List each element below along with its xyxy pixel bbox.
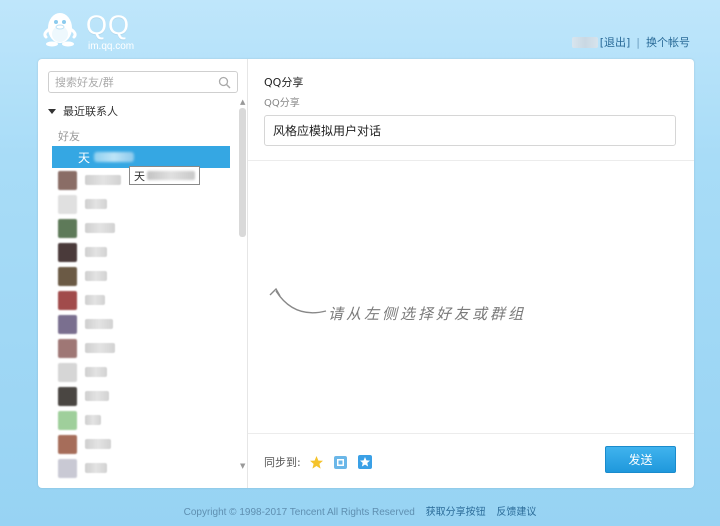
contact-item[interactable]: [52, 216, 230, 240]
share-title: QQ分享: [264, 76, 304, 89]
account-separator: |: [636, 35, 640, 49]
divider: [248, 433, 694, 434]
contact-item[interactable]: [52, 360, 230, 384]
contact-name-blurred: [85, 223, 115, 233]
penguin-icon: [43, 13, 77, 47]
contact-item[interactable]: [52, 432, 230, 456]
contact-item[interactable]: [52, 192, 230, 216]
contact-item[interactable]: [52, 384, 230, 408]
avatar: [58, 458, 77, 478]
expand-triangle-icon: [48, 108, 56, 114]
contact-tooltip: 天: [129, 166, 200, 185]
sync-to-bar: 同步到:: [264, 454, 373, 470]
share-subtitle: QQ分享: [264, 98, 300, 109]
contact-item[interactable]: [52, 264, 230, 288]
contact-item[interactable]: [52, 336, 230, 360]
avatar: [58, 194, 77, 214]
contact-item[interactable]: [52, 456, 230, 480]
group-title-label: 最近联系人: [63, 105, 118, 118]
contact-list: 天: [52, 146, 230, 480]
logout-link[interactable]: [退出]: [600, 34, 631, 50]
contact-name-blurred: [85, 319, 113, 329]
favorite-icon[interactable]: [357, 454, 373, 470]
qzone-icon[interactable]: [333, 454, 349, 470]
friends-subgroup-label: 好友: [58, 130, 80, 143]
avatar: [58, 314, 77, 334]
logo-subtitle: im.qq.com: [88, 41, 135, 52]
contact-item-selected[interactable]: 天: [52, 146, 230, 168]
hint-text: 请从左侧选择好友或群组: [328, 305, 527, 323]
contact-item[interactable]: [52, 288, 230, 312]
footer: Copyright © 1998-2017 Tencent All Rights…: [0, 503, 720, 518]
avatar: [58, 338, 77, 358]
contact-name-blurred: [85, 463, 107, 473]
contact-item[interactable]: [52, 312, 230, 336]
contact-name-blurred: [85, 367, 107, 377]
contact-name: 天: [78, 150, 91, 165]
avatar: [58, 218, 77, 238]
avatar: [58, 386, 77, 406]
search-input[interactable]: [49, 72, 209, 92]
divider: [248, 160, 694, 161]
contact-name-blurred: [94, 152, 135, 162]
star-icon[interactable]: [309, 454, 325, 470]
contact-name-blurred: [85, 415, 101, 425]
scroll-down-arrow-icon[interactable]: ▼: [240, 462, 245, 470]
contact-name-blurred: [85, 247, 107, 257]
avatar: [58, 242, 77, 262]
contact-name-blurred: [85, 391, 109, 401]
contact-name-blurred: [85, 199, 107, 209]
get-share-button-link[interactable]: 获取分享按钮: [426, 507, 486, 518]
logo-text: QQ: [86, 10, 131, 40]
share-message-input[interactable]: 风格应模拟用户对话: [264, 115, 676, 146]
contact-name-blurred: [85, 439, 111, 449]
contact-name-blurred: [85, 271, 107, 281]
switch-account-link[interactable]: 换个帐号: [646, 34, 690, 50]
contact-item[interactable]: [52, 408, 230, 432]
share-content: QQ分享 QQ分享 风格应模拟用户对话 请从左侧选择好友或群组 同步到: 发送: [248, 59, 694, 488]
copyright-text: Copyright © 1998-2017 Tencent All Rights…: [183, 507, 415, 518]
search-icon[interactable]: [218, 76, 231, 89]
search-box: [48, 71, 238, 93]
account-bar: [退出] | 换个帐号: [571, 34, 690, 50]
scrollbar-thumb[interactable]: [239, 108, 246, 237]
username-blurred: [571, 36, 598, 48]
curved-arrow-icon: [269, 287, 327, 314]
share-panel: 最近联系人 好友 天 天 ▲ ▼ QQ分享 QQ分享 风格应模拟用户对话: [38, 59, 694, 488]
contact-item[interactable]: [52, 240, 230, 264]
scroll-up-arrow-icon[interactable]: ▲: [240, 98, 245, 106]
contact-name-blurred: [85, 175, 121, 185]
contact-rows: [52, 168, 230, 480]
contact-sidebar: 最近联系人 好友 天 天 ▲ ▼: [38, 59, 248, 488]
avatar: [58, 410, 77, 430]
select-contact-hint: 请从左侧选择好友或群组: [264, 279, 584, 323]
contact-name-blurred: [85, 295, 105, 305]
recent-contacts-group[interactable]: 最近联系人: [48, 103, 118, 119]
tooltip-blurred-text: [147, 171, 195, 180]
send-button[interactable]: 发送: [605, 446, 676, 473]
sync-label: 同步到:: [264, 456, 301, 469]
qq-logo: QQ im.qq.com: [40, 8, 160, 52]
avatar: [58, 170, 77, 190]
tooltip-text: 天: [134, 169, 145, 183]
contact-name-blurred: [85, 343, 115, 353]
avatar: [58, 266, 77, 286]
feedback-link[interactable]: 反馈建议: [496, 507, 536, 518]
avatar: [58, 434, 77, 454]
avatar: [58, 362, 77, 382]
avatar: [58, 290, 77, 310]
